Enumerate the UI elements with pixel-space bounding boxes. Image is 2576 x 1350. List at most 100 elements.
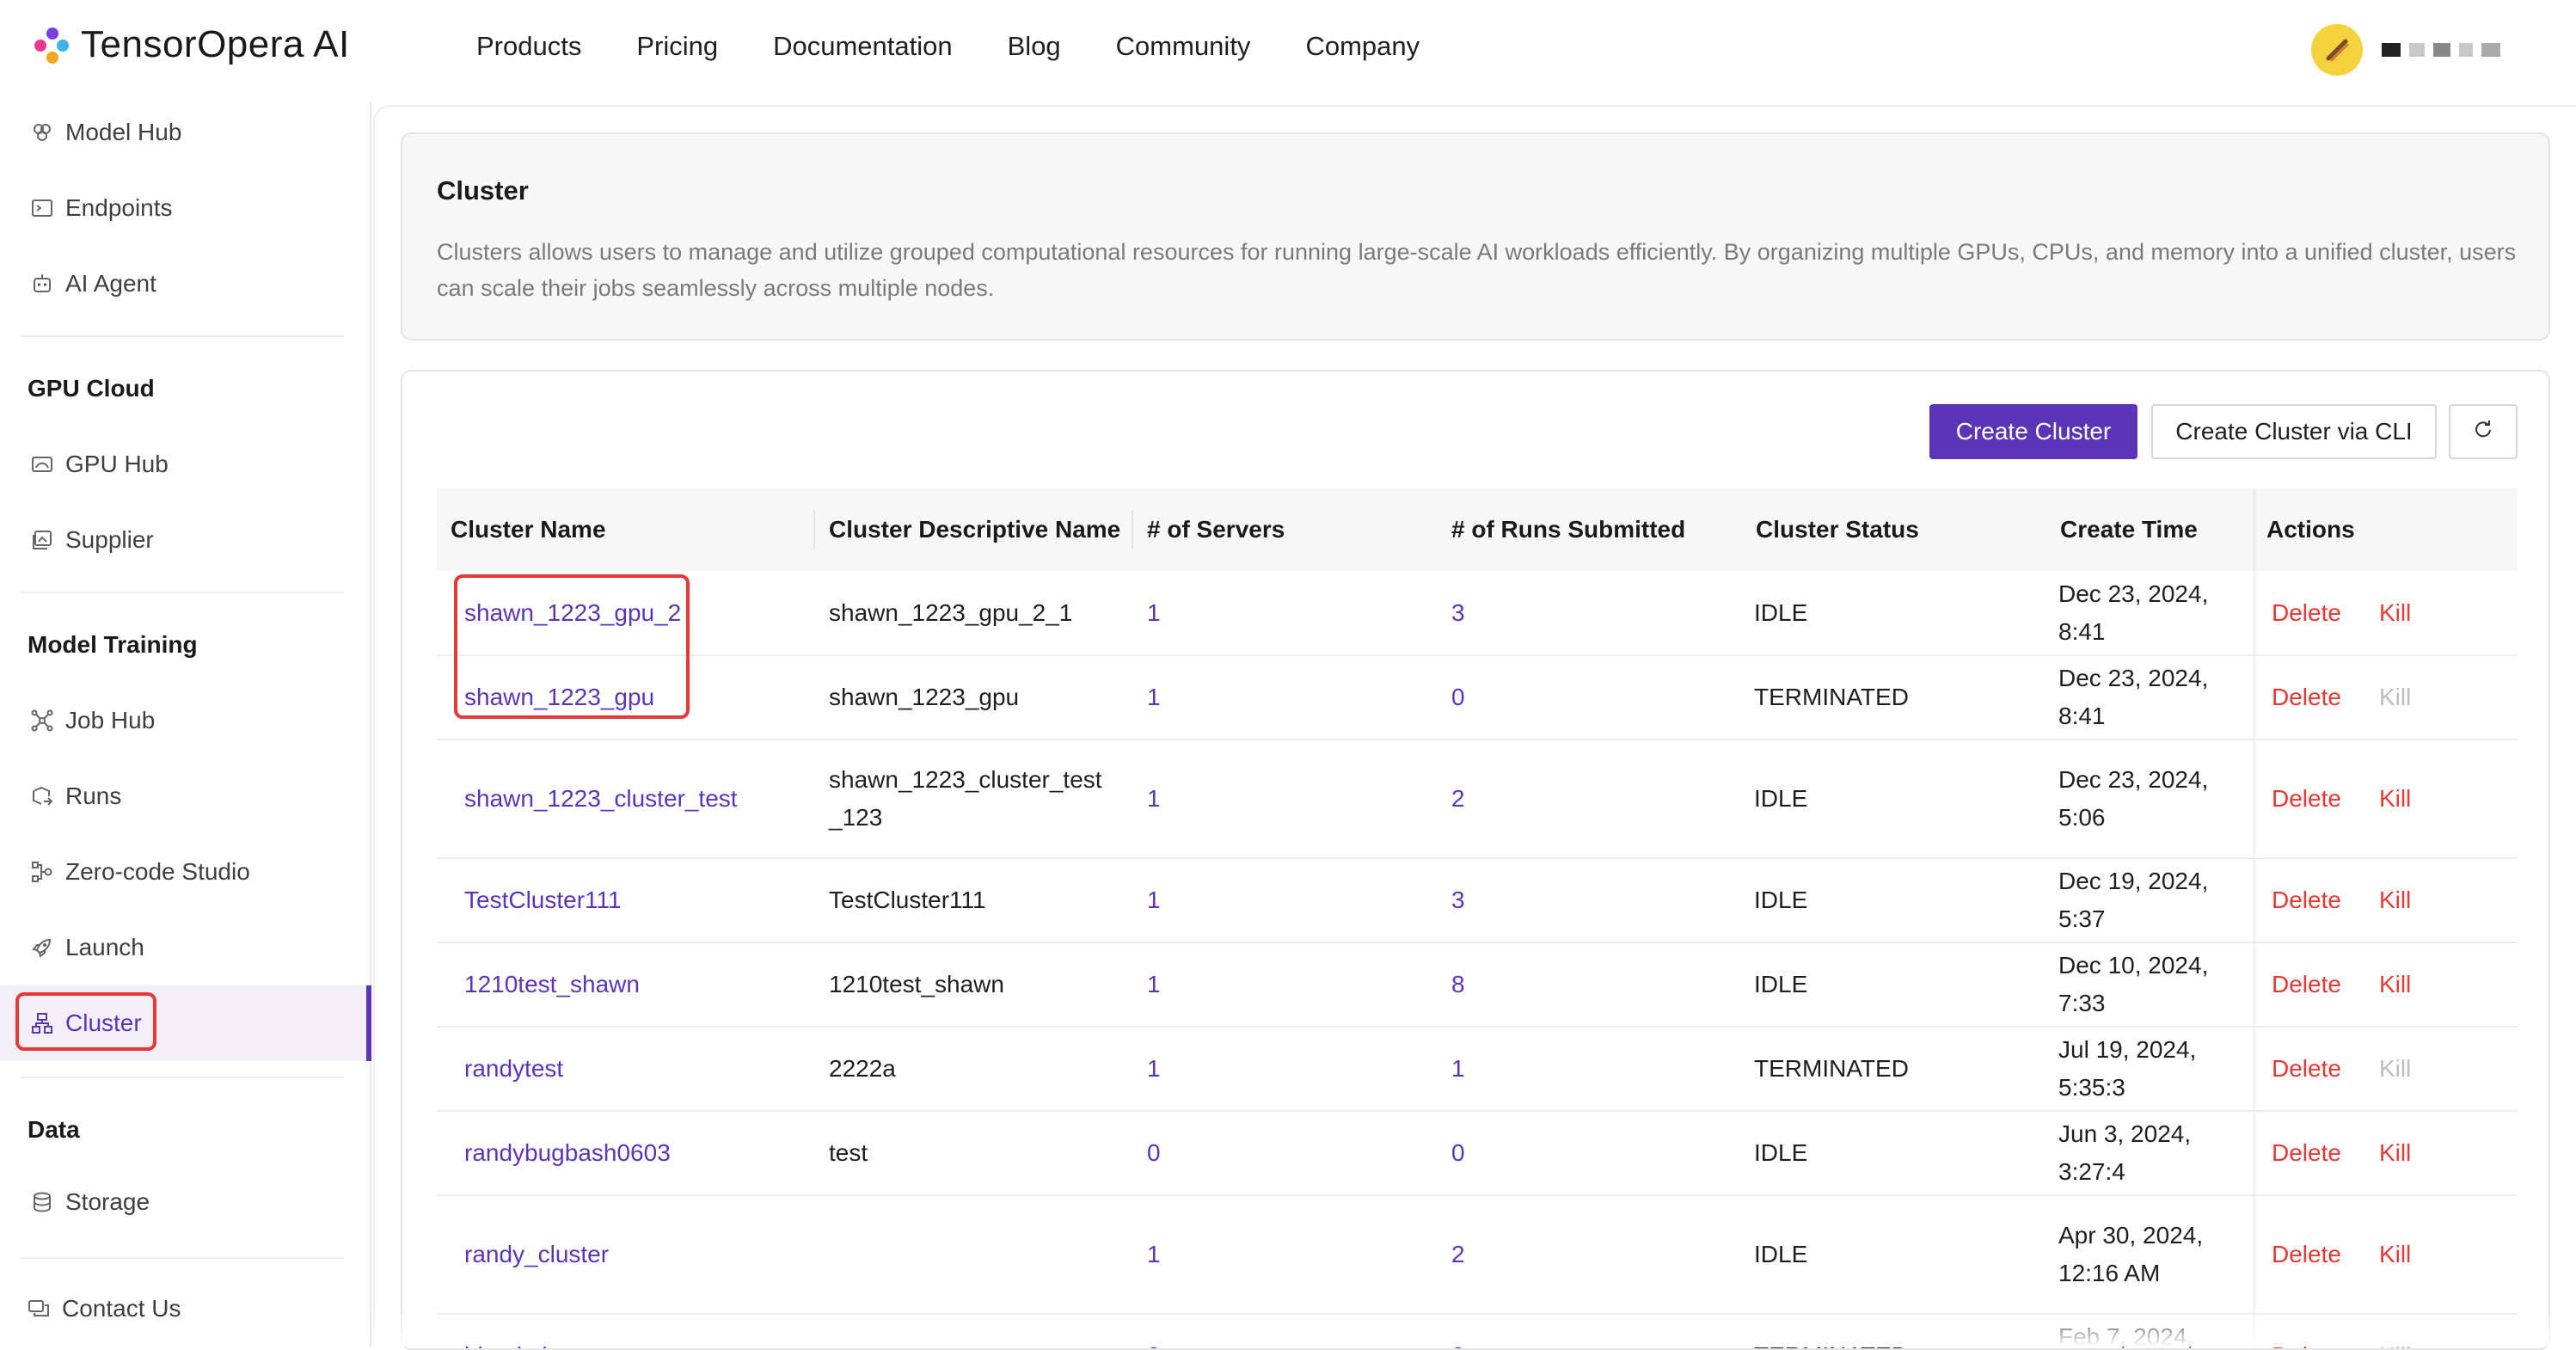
delete-button[interactable]: Delete xyxy=(2272,971,2341,997)
storage-icon xyxy=(29,1189,55,1215)
servers-count-link[interactable]: 1 xyxy=(1147,971,1161,997)
kill-button[interactable]: Kill xyxy=(2379,1241,2411,1267)
refresh-icon xyxy=(2472,418,2494,446)
refresh-button[interactable] xyxy=(2449,404,2518,459)
create-time: Jul 19, 2024, 5:35:3 xyxy=(2046,1027,2253,1112)
col-status[interactable]: Cluster Status xyxy=(1742,488,2046,571)
col-cluster-name[interactable]: Cluster Name xyxy=(437,488,815,571)
nav-pricing[interactable]: Pricing xyxy=(636,31,718,62)
delete-button[interactable]: Delete xyxy=(2272,684,2341,710)
cluster-status: TERMINATED xyxy=(1742,1027,2046,1112)
col-create-time[interactable]: Create Time xyxy=(2046,488,2253,571)
page-description: Clusters allows users to manage and util… xyxy=(437,239,2517,301)
delete-button[interactable]: Delete xyxy=(2272,887,2341,913)
sidebar-item-job-hub[interactable]: Job Hub xyxy=(29,702,155,739)
nav-community[interactable]: Community xyxy=(1116,31,1251,62)
create-cluster-button[interactable]: Create Cluster xyxy=(1929,404,2137,459)
sidebar-item-zero-code-studio[interactable]: Zero-code Studio xyxy=(29,853,250,891)
kill-button[interactable]: Kill xyxy=(2379,599,2411,626)
sidebar-divider xyxy=(21,1077,344,1078)
table-row[interactable]: randy_cluster 1 2 IDLE Apr 30, 2024, 12:16 A… xyxy=(437,1195,2518,1315)
create-time: Dec 23, 2024, 8:41 xyxy=(2046,571,2253,656)
sidebar-item-gpu-hub[interactable]: GPU Hub xyxy=(29,445,169,483)
cluster-name-link[interactable]: shawn_1223_cluster_test xyxy=(464,785,738,812)
cluster-name-link[interactable]: randytest xyxy=(464,1055,563,1082)
create-time: Jun 3, 2024, 3:27:4 xyxy=(2046,1111,2253,1196)
user-name-redacted xyxy=(2382,43,2509,57)
logo[interactable]: TensorOpera AI xyxy=(31,22,350,67)
runs-count-link[interactable]: 3 xyxy=(1451,599,1465,626)
create-time: Apr 30, 2024, 12:16 AM xyxy=(2046,1195,2253,1315)
cluster-status: IDLE xyxy=(1742,1111,2046,1196)
kill-button[interactable]: Kill xyxy=(2379,1139,2411,1166)
delete-button[interactable]: Delete xyxy=(2272,1139,2341,1166)
servers-count-link[interactable]: 1 xyxy=(1147,1241,1161,1267)
kill-button[interactable]: Kill xyxy=(2379,971,2411,997)
sidebar-item-storage[interactable]: Storage xyxy=(29,1183,150,1221)
runs-count-link[interactable]: 2 xyxy=(1451,785,1465,812)
create-cluster-cli-button[interactable]: Create Cluster via CLI xyxy=(2151,404,2437,459)
cluster-name-link[interactable]: TestCluster111 xyxy=(464,887,622,913)
cluster-status: IDLE xyxy=(1742,1195,2046,1315)
nav-documentation[interactable]: Documentation xyxy=(773,31,953,62)
sidebar-item-label: Job Hub xyxy=(65,707,156,733)
table-row[interactable]: 1210test_shawn 1210test_shawn 1 8 IDLE Dec 10… xyxy=(437,942,2518,1028)
sidebar-item-label: AI Agent xyxy=(65,270,156,297)
cluster-name-link[interactable]: 1210test_shawn xyxy=(464,971,640,997)
delete-button[interactable]: Delete xyxy=(2272,1241,2341,1267)
sidebar-item-endpoints[interactable]: Endpoints xyxy=(29,189,173,227)
delete-button[interactable]: Delete xyxy=(2272,785,2341,812)
runs-count-link[interactable]: 8 xyxy=(1451,971,1465,997)
nav-company[interactable]: Company xyxy=(1305,31,1420,62)
table-row[interactable]: randybugbash0603 test 0 0 IDLE Jun 3, 2024, 3… xyxy=(437,1111,2518,1196)
annotation-highlight-box xyxy=(15,992,156,1051)
table-row[interactable]: TestCluster111 TestCluster111 1 3 IDLE Dec 19… xyxy=(437,858,2518,943)
table-row[interactable]: shawn_1223_gpu shawn_1223_gpu 1 0 TERMINATED… xyxy=(437,655,2518,740)
delete-button[interactable]: Delete xyxy=(2272,1055,2341,1082)
runs-count-link[interactable]: 0 xyxy=(1451,1139,1465,1166)
kill-button[interactable]: Kill xyxy=(2379,785,2411,812)
create-time: Dec 23, 2024, 8:41 xyxy=(2046,655,2253,740)
studio-icon xyxy=(29,859,55,885)
kill-button[interactable]: Kill xyxy=(2379,887,2411,913)
avatar[interactable] xyxy=(2311,24,2363,76)
sidebar-item-supplier[interactable]: Supplier xyxy=(29,521,154,559)
runs-count-link[interactable]: 1 xyxy=(1451,1055,1465,1082)
col-descriptive-name[interactable]: Cluster Descriptive Name xyxy=(815,488,1133,571)
runs-count-link[interactable]: 3 xyxy=(1451,887,1465,913)
page-title: Cluster xyxy=(437,175,529,206)
runs-count-link[interactable]: 0 xyxy=(1451,684,1465,710)
sidebar-divider xyxy=(21,335,344,337)
cluster-name-link[interactable]: randy_cluster xyxy=(464,1241,609,1267)
servers-count-link[interactable]: 1 xyxy=(1147,1055,1161,1082)
sidebar-item-runs[interactable]: Runs xyxy=(29,777,121,815)
cluster-name-link[interactable]: randybugbash0603 xyxy=(464,1139,671,1166)
cluster-descriptive-name: test xyxy=(815,1111,1133,1196)
sidebar-item-contact-us[interactable]: Contact Us xyxy=(26,1290,181,1328)
delete-button[interactable]: Delete xyxy=(2272,599,2341,626)
sidebar-divider xyxy=(21,592,344,593)
servers-count-link[interactable]: 1 xyxy=(1147,785,1161,812)
runs-count-link[interactable]: 2 xyxy=(1451,1241,1465,1267)
cluster-table: Cluster Name Cluster Descriptive Name # … xyxy=(437,488,2518,1348)
table-row[interactable]: shawn_1223_gpu_2 shawn_1223_gpu_2_1 1 3 IDLE… xyxy=(437,571,2518,656)
sidebar-item-model-hub[interactable]: Model Hub xyxy=(29,114,181,151)
col-servers[interactable]: # of Servers xyxy=(1133,488,1438,571)
nav-blog[interactable]: Blog xyxy=(1008,31,1061,62)
sidebar-item-ai-agent[interactable]: AI Agent xyxy=(29,265,156,303)
table-row[interactable]: shawn_1223_cluster_test shawn_1223_cluste… xyxy=(437,739,2518,859)
servers-count-link[interactable]: 1 xyxy=(1147,887,1161,913)
sidebar-item-label: GPU Hub xyxy=(65,451,169,477)
servers-count-link[interactable]: 0 xyxy=(1147,1139,1161,1166)
col-runs-submitted[interactable]: # of Runs Submitted xyxy=(1438,488,1742,571)
sidebar-item-launch[interactable]: Launch xyxy=(29,929,144,966)
sidebar-heading-data: Data xyxy=(28,1116,80,1143)
servers-count-link[interactable]: 1 xyxy=(1147,599,1161,626)
nav-products[interactable]: Products xyxy=(476,31,581,62)
sidebar-item-label: Model Hub xyxy=(65,119,182,145)
user-menu[interactable] xyxy=(2311,24,2509,76)
supplier-icon xyxy=(29,527,55,553)
table-row[interactable]: randytest 2222a 1 1 TERMINATED Jul 19, 2024, … xyxy=(437,1027,2518,1112)
servers-count-link[interactable]: 1 xyxy=(1147,684,1161,710)
create-time: Dec 23, 2024, 5:06 xyxy=(2046,739,2253,859)
